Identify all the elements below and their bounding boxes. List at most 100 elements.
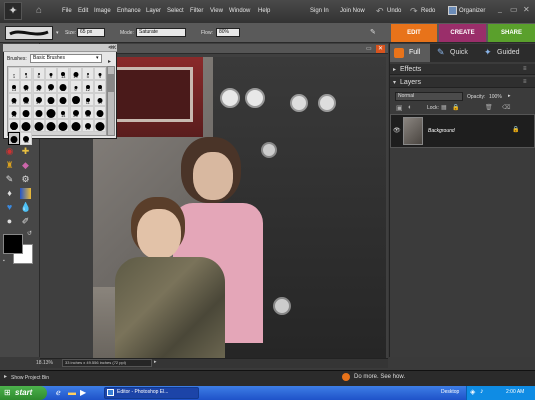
minimize-icon[interactable]: _ bbox=[498, 6, 502, 13]
new-layer-icon[interactable]: ▣ bbox=[396, 104, 403, 112]
brush-preset[interactable]: 13 bbox=[94, 80, 107, 93]
photo-canvas[interactable] bbox=[93, 57, 386, 358]
home-icon[interactable]: ⌂ bbox=[32, 5, 46, 17]
adjustment-layer-icon[interactable]: ◐ bbox=[408, 104, 412, 111]
project-bin-toggle-icon[interactable]: ▸ bbox=[4, 373, 7, 380]
zoom-level[interactable]: 18.13% bbox=[36, 360, 53, 366]
swap-colors-icon[interactable]: ↺ bbox=[27, 230, 32, 237]
brush-preset[interactable]: 19 bbox=[8, 93, 20, 106]
menu-filter[interactable]: Filter bbox=[190, 8, 203, 14]
default-colors-icon[interactable]: ▪ bbox=[3, 258, 5, 264]
brush-preset[interactable]: 59 bbox=[69, 93, 82, 106]
delete-layer-icon[interactable]: 🗑 bbox=[485, 104, 493, 111]
sign-in-link[interactable]: Sign In bbox=[310, 8, 329, 14]
brush-preset[interactable]: 33 bbox=[81, 106, 94, 119]
brush-preset[interactable]: 46 bbox=[57, 93, 70, 106]
airbrush-icon[interactable]: ✎ bbox=[370, 28, 376, 36]
brush-preset[interactable]: 74 bbox=[57, 119, 70, 132]
brush-preset[interactable]: 55 bbox=[8, 119, 20, 132]
tray-network-icon[interactable]: ◈ bbox=[470, 388, 475, 396]
paint-bucket-icon[interactable]: ♦ bbox=[4, 188, 15, 199]
brush-preset[interactable]: 12 bbox=[81, 80, 94, 93]
brush-preset[interactable]: 26 bbox=[69, 106, 82, 119]
tab-share[interactable]: SHARE bbox=[488, 24, 535, 42]
brush-preset[interactable]: 95 bbox=[69, 119, 82, 132]
flow-field[interactable]: 80% bbox=[216, 28, 240, 37]
brush-set-dropdown-icon[interactable]: ▾ bbox=[96, 55, 99, 61]
brush-preset[interactable]: 35 bbox=[57, 80, 70, 93]
brush-preset[interactable]: 13 bbox=[57, 67, 70, 80]
brush-preset[interactable]: 13 bbox=[8, 80, 20, 93]
opacity-value[interactable]: 100% bbox=[489, 94, 502, 100]
undo-icon[interactable]: ↶ bbox=[376, 6, 384, 17]
tab-guided-edit[interactable]: Guided bbox=[497, 49, 520, 56]
do-more-link[interactable]: Do more. See how. bbox=[354, 374, 405, 380]
menu-enhance[interactable]: Enhance bbox=[117, 8, 141, 14]
close-icon[interactable]: ✕ bbox=[523, 5, 530, 14]
brush-preset[interactable]: 9 bbox=[69, 80, 82, 93]
shape-tool-icon[interactable]: ♥ bbox=[4, 202, 15, 213]
lock-all-icon[interactable]: 🔒 bbox=[452, 104, 459, 111]
red-eye-tool-icon[interactable]: ◉ bbox=[4, 146, 15, 157]
desktop-toolbar-label[interactable]: Desktop bbox=[441, 389, 459, 395]
brush-preset[interactable]: 19 bbox=[69, 67, 82, 80]
menu-edit[interactable]: Edit bbox=[78, 8, 88, 14]
pencil-tool-icon[interactable]: ✐ bbox=[20, 216, 31, 227]
organizer-button[interactable]: Organizer bbox=[459, 8, 485, 14]
tray-volume-icon[interactable]: ♪ bbox=[480, 388, 484, 395]
size-field[interactable]: 65 px bbox=[77, 28, 105, 37]
menu-image[interactable]: Image bbox=[94, 8, 111, 14]
menu-layer[interactable]: Layer bbox=[146, 8, 161, 14]
menu-file[interactable]: File bbox=[62, 8, 72, 14]
tab-full-edit[interactable]: Full bbox=[409, 49, 420, 56]
brush-preset[interactable]: 134 bbox=[44, 119, 57, 132]
layer-name[interactable]: Background bbox=[428, 128, 455, 134]
tab-edit[interactable]: EDIT bbox=[391, 24, 437, 42]
brush-preset[interactable]: 36 bbox=[20, 106, 33, 119]
lock-transparent-icon[interactable]: ▦ bbox=[441, 104, 447, 111]
blur-tool-icon[interactable]: 💧 bbox=[20, 202, 31, 213]
brush-preset[interactable]: 29 bbox=[81, 119, 94, 132]
maximize-icon[interactable]: ▭ bbox=[510, 5, 518, 14]
brush-preset[interactable]: 14 bbox=[57, 106, 70, 119]
brush-popup-menu-icon[interactable]: ⋘ bbox=[108, 44, 117, 51]
show-project-bin-button[interactable]: Show Project Bin bbox=[11, 375, 49, 381]
menu-window[interactable]: Window bbox=[229, 8, 250, 14]
brush-preset[interactable]: 1 bbox=[8, 67, 20, 80]
quick-fix-icon[interactable]: ✎ bbox=[437, 47, 445, 58]
brush-preset[interactable]: 9 bbox=[44, 67, 57, 80]
smart-brush-icon[interactable]: ⚙ bbox=[20, 174, 31, 185]
brush-set-select[interactable]: Basic Brushes bbox=[30, 54, 102, 63]
brush-preset[interactable]: 23 bbox=[8, 106, 20, 119]
brush-preset[interactable]: 27 bbox=[44, 80, 57, 93]
layers-collapse-icon[interactable]: ▾ bbox=[393, 79, 396, 86]
brush-preset[interactable]: 17 bbox=[20, 80, 33, 93]
brush-preset[interactable]: 192 bbox=[94, 119, 107, 132]
redo-button[interactable]: Redo bbox=[421, 8, 435, 14]
gradient-tool-icon[interactable] bbox=[20, 188, 31, 199]
effects-expand-icon[interactable]: ▸ bbox=[393, 66, 396, 73]
tab-create[interactable]: CREATE bbox=[439, 24, 486, 42]
brush-menu-arrow-icon[interactable]: ▸ bbox=[108, 58, 111, 65]
join-now-link[interactable]: Join Now bbox=[340, 8, 365, 14]
brush-tool-icon[interactable]: ✎ bbox=[4, 174, 15, 185]
brush-preset[interactable]: 70 bbox=[20, 119, 33, 132]
ie-quicklaunch-icon[interactable]: ℯ bbox=[56, 388, 61, 397]
brush-preset[interactable]: 44 bbox=[32, 106, 45, 119]
folder-quicklaunch-icon[interactable]: ▬ bbox=[68, 388, 76, 397]
brush-preset[interactable]: 33 bbox=[20, 132, 33, 145]
brush-preset[interactable]: 11 bbox=[81, 93, 94, 106]
layers-menu-icon[interactable]: ≡ bbox=[523, 79, 527, 85]
brush-preset[interactable]: 60 bbox=[44, 106, 57, 119]
brush-preset[interactable]: 17 bbox=[94, 93, 107, 106]
eraser-icon[interactable]: ◆ bbox=[20, 160, 31, 171]
healing-brush-icon[interactable]: ✚ bbox=[20, 146, 31, 157]
brush-preset[interactable]: 39 bbox=[44, 93, 57, 106]
full-edit-icon[interactable] bbox=[394, 48, 404, 58]
redo-icon[interactable]: ↷ bbox=[410, 6, 418, 17]
effects-menu-icon[interactable]: ≡ bbox=[523, 66, 527, 72]
brush-preset[interactable]: 5 bbox=[32, 67, 45, 80]
brush-grid-scroll-thumb[interactable] bbox=[108, 74, 114, 92]
brush-preset[interactable]: 36 bbox=[8, 132, 20, 145]
clone-stamp-icon[interactable]: ♜ bbox=[4, 160, 15, 171]
